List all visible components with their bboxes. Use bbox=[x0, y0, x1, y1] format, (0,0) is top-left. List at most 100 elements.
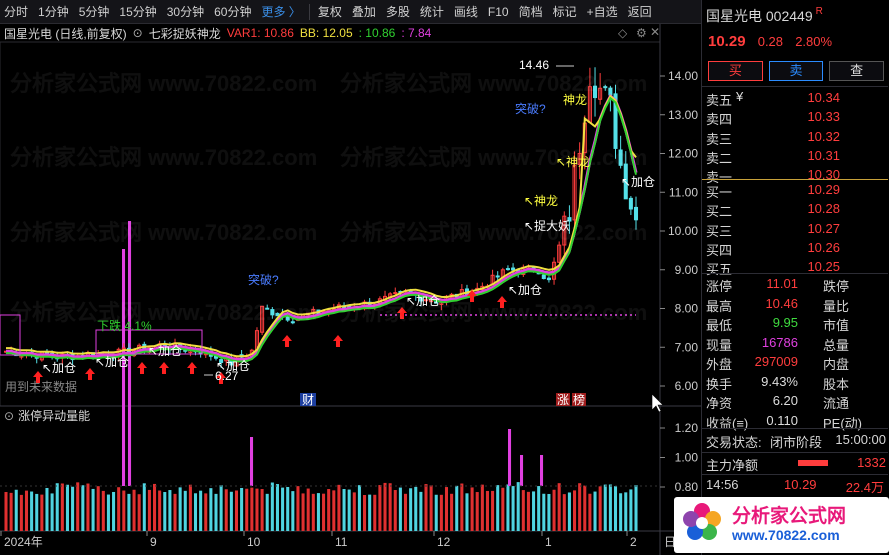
stat-row: 外盘 297009 内盘 bbox=[702, 352, 888, 372]
date-label: 2 bbox=[630, 535, 637, 549]
logo-url: www.70822.com bbox=[732, 527, 840, 543]
indicator2-name[interactable]: 涨停异动量能 bbox=[18, 407, 90, 424]
stat-label-2: 总量 bbox=[823, 337, 850, 353]
indicator-name[interactable]: 七彩捉妖神龙 bbox=[149, 25, 221, 42]
ask-price: 10.32 bbox=[807, 128, 840, 144]
value-3: : 10.86 bbox=[358, 26, 396, 40]
future-data-note: 用到未来数据 bbox=[5, 380, 78, 394]
buy-button[interactable]: 买 bbox=[708, 61, 763, 81]
stat-row: 最高 10.46 量比 bbox=[702, 294, 888, 314]
kline-chart[interactable]: 下跌 4.1%↖加仓 ↖加仓↖加仓↖加仓↖加仓↖加仓↖加仓↖神龙↖捉大妖↖神龙神龙… bbox=[0, 0, 701, 555]
volume-bar bbox=[322, 493, 326, 531]
price-line: 10.29 0.28 2.80% bbox=[708, 33, 832, 50]
volume-bar bbox=[434, 494, 438, 531]
diamond-icon[interactable]: ◇ bbox=[618, 26, 627, 40]
qianlong-label: ↖神龙 bbox=[556, 155, 590, 169]
buy-arrow-icon bbox=[187, 362, 197, 374]
candle-body bbox=[633, 206, 639, 221]
volume-bar bbox=[245, 488, 249, 531]
volume-bar bbox=[398, 487, 402, 531]
volume-bar bbox=[132, 489, 136, 531]
buy-arrow-icon bbox=[159, 362, 169, 374]
volume-bar bbox=[286, 486, 290, 531]
quote-panel: 国星光电 002449 R 10.29 0.28 2.80% 买 卖 查 卖五 ¥1… bbox=[701, 0, 889, 555]
sell-button[interactable]: 卖 bbox=[768, 61, 824, 81]
stat-label: 涨停 bbox=[706, 279, 733, 294]
bid-book: 买一 10.29 买二 10.28 买三 10.27 买四 10.26 买五 10.25 bbox=[702, 180, 888, 277]
volume-bar bbox=[347, 489, 351, 531]
ask-row[interactable]: 卖三 10.32 bbox=[702, 127, 888, 147]
bid-row[interactable]: 买四 10.26 bbox=[702, 238, 888, 258]
bid-label: 买三 bbox=[706, 223, 733, 239]
volume-bar bbox=[301, 493, 305, 531]
volume-bar bbox=[393, 490, 397, 531]
volume-bar bbox=[383, 482, 387, 531]
price-tick-label: 14.00 bbox=[668, 69, 698, 83]
add-position-label: ↖加仓 bbox=[148, 344, 182, 358]
volume-tick-label: 0.80 bbox=[675, 480, 699, 494]
ask-row[interactable]: 卖五 ¥10.34 bbox=[702, 88, 888, 108]
volume-bar bbox=[419, 491, 423, 531]
add-position-label: ↖加仓 bbox=[95, 355, 129, 369]
ask-label: 卖二 bbox=[706, 150, 733, 166]
volume-bar bbox=[634, 485, 638, 531]
price-tick-label: 8.00 bbox=[675, 302, 699, 316]
volume-bar bbox=[327, 489, 331, 531]
volume-tick-label: 1.20 bbox=[675, 421, 699, 435]
close-icon[interactable]: ✕ bbox=[650, 25, 660, 39]
volume-bar bbox=[578, 483, 582, 531]
volume-bar bbox=[4, 492, 8, 531]
bid-row[interactable]: 买三 10.27 bbox=[702, 219, 888, 239]
divider bbox=[702, 428, 888, 429]
bid-price: 10.28 bbox=[807, 201, 840, 217]
buy-arrow-icon bbox=[85, 368, 95, 380]
price-tick-label: 13.00 bbox=[668, 108, 698, 122]
volume-bar bbox=[24, 490, 29, 531]
volume-bar bbox=[562, 494, 566, 531]
bid-price: 10.27 bbox=[807, 220, 840, 236]
volume-bar bbox=[455, 485, 459, 531]
query-button[interactable]: 查 bbox=[829, 61, 885, 81]
bid-label: 买一 bbox=[706, 185, 733, 200]
stat-label-2: 内盘 bbox=[823, 357, 850, 372]
volume-bar bbox=[127, 493, 131, 531]
volume-bar bbox=[19, 494, 23, 531]
bid-price: 10.29 bbox=[807, 182, 840, 197]
trade-status: 闭市阶段 bbox=[770, 435, 823, 450]
volume-bar bbox=[368, 494, 372, 531]
indicator-dropdown-icon[interactable]: ⊙ bbox=[133, 26, 143, 40]
volume-bar bbox=[193, 493, 198, 531]
bid-label: 买四 bbox=[706, 242, 733, 258]
stat-label: 最高 bbox=[706, 298, 733, 314]
candle-body bbox=[603, 86, 608, 89]
bid-row[interactable]: 买一 10.29 bbox=[702, 180, 888, 200]
volume-bar bbox=[485, 490, 489, 531]
ask-row[interactable]: 卖二 10.31 bbox=[702, 146, 888, 166]
price-tick-label: 7.00 bbox=[675, 340, 699, 354]
breakout-label-2: 突破? bbox=[515, 101, 546, 116]
stat-value: 9.95 bbox=[772, 315, 798, 330]
ask-row[interactable]: 卖四 10.33 bbox=[702, 107, 888, 127]
volume-bar bbox=[209, 488, 213, 531]
volume-bar bbox=[281, 487, 285, 531]
ask-price: 10.31 bbox=[807, 147, 840, 163]
dragon-tiger-tag-label: 榜 bbox=[573, 392, 585, 407]
price-tick-label: 6.00 bbox=[675, 379, 699, 393]
divider bbox=[702, 474, 888, 475]
logo-name: 分析家公式网 bbox=[732, 506, 847, 527]
volume-bar bbox=[501, 487, 505, 531]
volume-bar bbox=[480, 484, 484, 531]
volume-bar bbox=[45, 487, 49, 531]
volume-bar bbox=[71, 486, 75, 531]
ask-price: 10.33 bbox=[807, 109, 840, 125]
stat-row: 最低 9.95 市值 bbox=[702, 313, 888, 333]
stock-title: 国星光电 002449 R bbox=[706, 6, 823, 26]
settings-icon[interactable]: ⚙ bbox=[636, 26, 647, 40]
volume-bar bbox=[414, 486, 418, 531]
bid-row[interactable]: 买二 10.28 bbox=[702, 199, 888, 219]
volume-bar bbox=[532, 491, 536, 531]
indicator-dropdown-icon[interactable]: ⊙ bbox=[4, 409, 14, 423]
limit-up-volume-bar bbox=[540, 455, 544, 486]
stat-value: 10.46 bbox=[765, 295, 798, 311]
volume-bar bbox=[460, 483, 464, 531]
